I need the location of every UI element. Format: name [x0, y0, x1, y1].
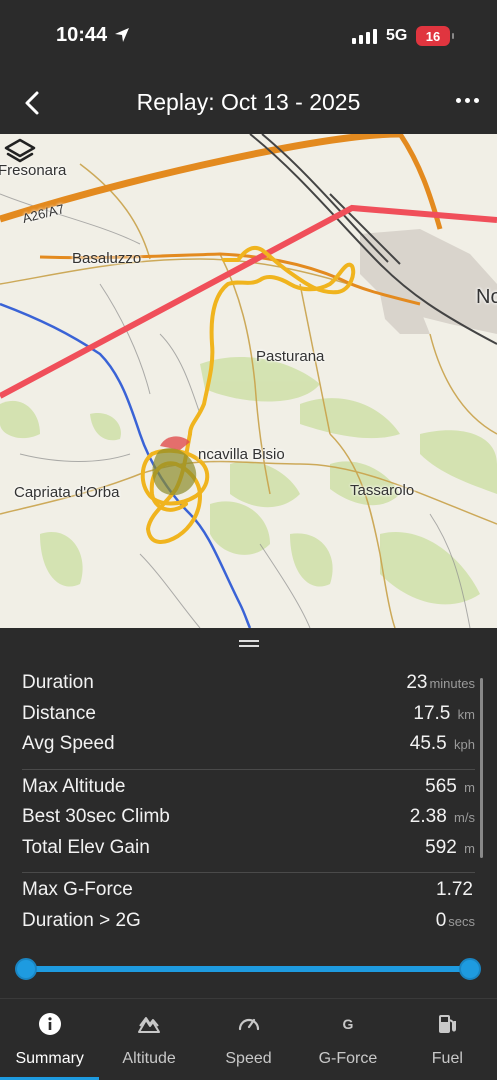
tab-label: Fuel: [431, 1050, 463, 1067]
stat-value: 23: [406, 672, 428, 693]
fuel-pump-icon: [434, 1011, 460, 1037]
stat-unit: secs: [448, 913, 475, 929]
stat-label: Duration: [22, 672, 94, 693]
stat-label: Best 30sec Climb: [22, 806, 170, 827]
stat-value: 565: [425, 775, 457, 797]
divider: [22, 872, 475, 873]
tab-label: G-Force: [318, 1050, 378, 1067]
flight-map[interactable]: Fresonara A26/A7 Basaluzzo Pasturana No …: [0, 134, 497, 628]
stat-unit: m: [464, 779, 475, 795]
tab-altitude[interactable]: Altitude: [99, 999, 198, 1080]
stat-value: 0: [435, 909, 447, 931]
map-label-capriata: Capriata d'Orba: [14, 484, 120, 501]
stat-label: Duration > 2G: [22, 909, 141, 931]
stat-row: Max G-Force 1.72: [22, 879, 475, 910]
header: Replay: Oct 13 - 2025: [0, 72, 497, 134]
replay-range-slider[interactable]: [15, 958, 481, 980]
stat-label: Max G-Force: [22, 879, 133, 900]
stat-value: 45.5: [409, 733, 447, 754]
map-label-tassarolo: Tassarolo: [350, 482, 415, 499]
speedometer-icon: [236, 1011, 262, 1037]
drag-handle[interactable]: [239, 640, 259, 647]
map-label-novi: No: [476, 286, 497, 308]
stat-row: Duration 23 minutes: [22, 672, 475, 703]
map-label-basaluzzo: Basaluzzo: [72, 250, 142, 267]
slider-end-handle[interactable]: [459, 958, 481, 980]
bottom-tab-bar: Summary Altitude Speed G G-Force Fuel: [0, 998, 497, 1080]
stat-label: Total Elev Gain: [22, 836, 150, 858]
tab-label: Altitude: [122, 1050, 176, 1067]
info-icon: [37, 1011, 63, 1037]
status-bar: 10:44 5G 16: [0, 0, 497, 72]
more-options-button[interactable]: [456, 98, 479, 103]
stat-row: Avg Speed 45.5 kph: [22, 733, 475, 764]
svg-text:G: G: [342, 1016, 353, 1032]
page-title: Replay: Oct 13 - 2025: [136, 89, 361, 115]
tab-label: Speed: [225, 1050, 272, 1067]
stats-group-altitude: Max Altitude 565 m Best 30sec Climb 2.38 m…: [0, 776, 497, 868]
stat-row: Max Altitude 565 m: [22, 776, 475, 807]
location-arrow-icon: [115, 28, 129, 42]
stat-row: Total Elev Gain 592 m: [22, 837, 475, 868]
tab-summary[interactable]: Summary: [0, 999, 100, 1080]
stat-unit: km: [457, 706, 475, 722]
stats-group-gforce: Max G-Force 1.72 Duration > 2G 0 secs: [0, 879, 497, 930]
map-label-francavilla: ncavilla Bisio: [198, 446, 285, 463]
slider-start-handle[interactable]: [15, 958, 37, 980]
stat-value: 592: [425, 836, 457, 858]
tab-g-force[interactable]: G G-Force: [298, 999, 397, 1080]
signal-icon: [352, 28, 377, 44]
stat-row: Best 30sec Climb 2.38 m/s: [22, 806, 475, 837]
stat-label: Avg Speed: [22, 733, 115, 754]
tab-fuel[interactable]: Fuel: [398, 999, 497, 1080]
scrollbar[interactable]: [480, 678, 483, 858]
stat-row: Duration > 2G 0 secs: [22, 910, 475, 931]
tab-speed[interactable]: Speed: [199, 999, 298, 1080]
battery-icon: 16: [416, 26, 454, 46]
stat-value: 2.38: [409, 806, 447, 827]
layers-icon[interactable]: [0, 134, 40, 174]
stat-unit: kph: [454, 737, 475, 752]
mountain-icon: [136, 1011, 162, 1037]
stat-value: 1.72: [436, 879, 473, 900]
map-canvas: [0, 134, 497, 628]
stat-value: 17.5: [413, 702, 451, 724]
terrain-patches: [0, 356, 497, 605]
tab-label: Summary: [15, 1050, 84, 1067]
status-time: 10:44: [56, 24, 108, 46]
g-icon: G: [335, 1011, 361, 1037]
map-label-pasturana: Pasturana: [256, 348, 325, 365]
stat-unit: minutes: [429, 676, 475, 691]
stat-label: Distance: [22, 702, 96, 724]
stat-unit: m/s: [454, 810, 475, 825]
stat-label: Max Altitude: [22, 775, 126, 797]
slider-track: [26, 966, 470, 972]
stats-group-flight: Duration 23 minutes Distance 17.5 km Avg Sp…: [0, 672, 497, 764]
stats-list[interactable]: Duration 23 minutes Distance 17.5 km Avg Sp…: [0, 672, 497, 930]
stat-unit: m: [464, 840, 475, 856]
divider: [22, 768, 475, 770]
battery-level: 16: [425, 28, 441, 44]
network-type: 5G: [386, 27, 408, 44]
stat-row: Distance 17.5 km: [22, 703, 475, 734]
